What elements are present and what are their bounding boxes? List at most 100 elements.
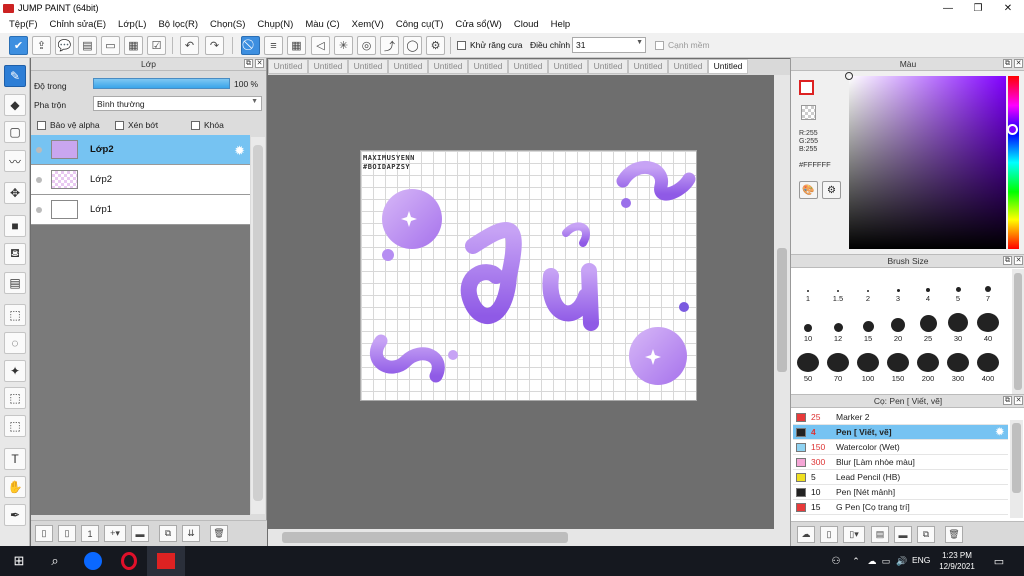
hue-cursor[interactable] [1007,124,1018,135]
comment-icon[interactable]: ▤ [78,36,97,55]
opera-app-icon[interactable] [110,546,148,576]
speech-bubble-icon[interactable]: 💬 [55,36,74,55]
windows-start-icon[interactable]: ⊞ [0,546,38,576]
hue-slider[interactable] [1007,76,1019,249]
eraser-tool-icon[interactable]: ◆ [4,94,26,116]
transparent-color-swatch[interactable] [801,105,816,120]
trash-icon[interactable]: 🗑 [945,526,963,543]
brush-size-option[interactable]: 30 [943,313,973,343]
rect-select-tool-icon[interactable]: ⬚ [4,304,26,326]
brush-item[interactable]: 150 Watercolor (Wet) [793,440,1008,455]
cloud-sync-icon[interactable]: ✔ [9,36,28,55]
tab-untitled[interactable]: Untitled [428,59,468,74]
eyedropper-tool-icon[interactable]: ✒ [4,504,26,526]
magic-wand-tool-icon[interactable]: ✦ [4,360,26,382]
brush-size-scrollbar[interactable] [1012,269,1024,395]
tab-untitled[interactable]: Untitled [468,59,508,74]
menu-file[interactable]: Tệp(F) [3,19,44,30]
brush-size-option[interactable]: 5 [943,273,973,303]
menu-edit[interactable]: Chỉnh sửa(E) [44,19,113,30]
lock-checkbox[interactable]: Khóa [191,120,224,130]
people-icon[interactable]: ⚇ [826,546,846,576]
menu-help[interactable]: Help [545,19,577,30]
undo-icon[interactable]: ↶ [180,36,199,55]
brush-size-option[interactable]: 1 [793,273,823,303]
menu-view[interactable]: Xem(V) [346,19,390,30]
edge-smooth-checkbox[interactable] [655,41,664,50]
checklist-icon[interactable]: ☑ [147,36,166,55]
pen-list-scrollbar[interactable] [1010,420,1023,518]
tab-untitled[interactable]: Untitled [668,59,708,74]
gear-icon[interactable]: ✹ [234,143,245,159]
gradient-tool-icon[interactable]: ▤ [4,272,26,294]
menu-window[interactable]: Cửa sổ(W) [449,19,507,30]
float-icon[interactable]: ⧉ [1003,59,1012,68]
brush-size-option[interactable]: 100 [853,353,883,383]
protect-alpha-checkbox[interactable]: Bảo vệ alpha [37,120,100,130]
select-eraser-tool-icon[interactable]: ⬚ [4,415,26,437]
chevron-up-icon[interactable]: ⌃ [848,546,864,576]
close-icon[interactable]: ✕ [1014,396,1023,405]
folder-icon[interactable]: ▬ [131,525,149,542]
cloud-download-icon[interactable]: ☁ [797,526,815,543]
antialias-checkbox[interactable] [457,41,466,50]
menu-filter[interactable]: Bộ lọc(R) [152,19,204,30]
hand-tool-icon[interactable]: ✋ [4,476,26,498]
pen-tool-icon[interactable]: ✎ [4,65,26,87]
brush-size-option[interactable]: 15 [853,313,883,343]
chevron-down-icon[interactable]: ▼ [636,39,643,46]
brush-size-option[interactable]: 50 [793,353,823,383]
brush-size-option[interactable]: 300 [943,353,973,383]
tab-untitled[interactable]: Untitled [268,59,308,74]
menu-color[interactable]: Màu (C) [299,19,345,30]
brush-size-option[interactable]: 25 [913,313,943,343]
canvas-vertical-scrollbar[interactable] [774,75,790,529]
menu-capture[interactable]: Chụp(N) [251,19,299,30]
rectangle-tool-icon[interactable]: ▢ [4,121,26,143]
text-tool-icon[interactable]: T [4,448,26,470]
tab-untitled[interactable]: Untitled [508,59,548,74]
tab-untitled[interactable]: Untitled [348,59,388,74]
concentric-ruler-icon[interactable]: ◎ [357,36,376,55]
trash-icon[interactable]: 🗑 [210,525,228,542]
menu-layer[interactable]: Lớp(L) [112,19,152,30]
perspective-ruler-icon[interactable]: ◁ [311,36,330,55]
ellipse-ruler-icon[interactable]: ◯ [403,36,422,55]
visibility-icon[interactable] [36,146,42,153]
palette-settings-icon[interactable]: ⚙ [822,181,841,199]
brush-item[interactable]: 300 Blur [Làm nhòe màu] [793,455,1008,470]
visibility-icon[interactable] [36,206,42,213]
float-icon[interactable]: ⧉ [1003,396,1012,405]
parallel-ruler-icon[interactable]: ≡ [264,36,283,55]
brush-size-option[interactable]: 12 [823,313,853,343]
foreground-color-swatch[interactable] [799,80,814,95]
brush-item-selected[interactable]: 4 Pen [ Viết, vẽ] ✹ [793,425,1008,440]
network-icon[interactable]: ▭ [878,546,894,576]
grid-ruler-icon[interactable]: ▦ [287,36,306,55]
saturation-value-picker[interactable] [845,72,1006,249]
gear-icon[interactable]: ✹ [996,427,1004,438]
tab-untitled[interactable]: Untitled [388,59,428,74]
tab-untitled-active[interactable]: Untitled [708,59,748,74]
brush-size-option[interactable]: 40 [973,313,1003,343]
redo-icon[interactable]: ↷ [205,36,224,55]
tab-untitled[interactable]: Untitled [548,59,588,74]
menu-tools[interactable]: Công cụ(T) [390,19,450,30]
clipping-checkbox[interactable]: Xén bớt [115,120,158,130]
move-tool-icon[interactable]: ✥ [4,182,26,204]
add-brush-menu-icon[interactable]: ▯▾ [843,526,865,543]
brush-size-option[interactable]: 70 [823,353,853,383]
brush-size-option[interactable]: 1.5 [823,273,853,303]
layer-row[interactable]: Lớp1 [31,195,250,225]
brush-item[interactable]: 10 Pen [Nét mảnh] [793,485,1008,500]
brush-item[interactable]: 25 Marker 2 [793,410,1008,425]
menu-cloud[interactable]: Cloud [508,19,545,30]
adjust-input[interactable]: 31 ▼ [572,37,646,53]
new-layer-1bit-icon[interactable]: 1 [81,525,99,542]
curve-ruler-icon[interactable]: ⤴ [380,36,399,55]
new-layer-alt-icon[interactable]: ▯ [58,525,76,542]
opacity-slider[interactable] [93,78,230,89]
language-indicator[interactable]: ENG [912,555,930,565]
notification-icon[interactable]: ▭ [988,546,1010,576]
bucket-tool-icon[interactable]: ⛾ [4,243,26,265]
